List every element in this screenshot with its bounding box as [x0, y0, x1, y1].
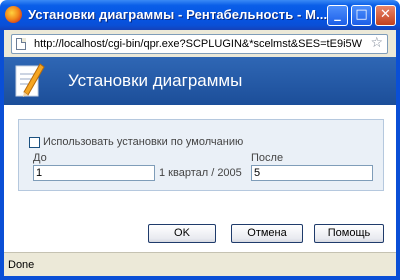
status-text: Done — [8, 259, 35, 271]
window-frame-right — [396, 30, 400, 280]
minimize-button[interactable]: _ — [327, 5, 348, 26]
window-title-bar[interactable]: Установки диаграммы - Рентабельность - M… — [0, 0, 400, 30]
period-text: 1 квартал / 2005 — [159, 167, 242, 179]
before-label: До — [33, 152, 47, 164]
dialog-title: Установки диаграммы — [68, 71, 243, 90]
use-default-checkbox[interactable] — [29, 137, 40, 148]
url-text[interactable]: http://localhost/cgi-bin/qpr.exe?SCPLUGI… — [34, 38, 362, 50]
ok-button[interactable]: OK — [148, 224, 216, 243]
bookmark-star-icon[interactable]: ☆ — [370, 35, 383, 51]
address-bar: http://localhost/cgi-bin/qpr.exe?SCPLUGI… — [4, 30, 396, 57]
settings-document-icon — [15, 63, 45, 97]
firefox-icon — [5, 6, 22, 23]
status-bar: Done — [4, 252, 396, 276]
dialog-content: Использовать установки по умолчанию До П… — [4, 105, 396, 252]
settings-panel: Использовать установки по умолчанию До П… — [18, 119, 384, 191]
window-title: Установки диаграммы - Рентабельность - M… — [28, 7, 328, 22]
help-button[interactable]: Помощь — [314, 224, 384, 243]
before-input[interactable] — [33, 165, 155, 181]
close-button[interactable]: ✕ — [375, 5, 396, 26]
after-label: После — [251, 152, 284, 164]
after-input[interactable] — [251, 165, 373, 181]
window-frame-bottom — [0, 276, 400, 280]
page-icon — [16, 38, 26, 50]
maximize-button[interactable]: □ — [351, 5, 372, 26]
use-default-label[interactable]: Использовать установки по умолчанию — [43, 136, 243, 148]
cancel-button[interactable]: Отмена — [231, 224, 303, 243]
dialog-header: Установки диаграммы — [4, 57, 396, 105]
url-field[interactable]: http://localhost/cgi-bin/qpr.exe?SCPLUGI… — [11, 34, 388, 54]
